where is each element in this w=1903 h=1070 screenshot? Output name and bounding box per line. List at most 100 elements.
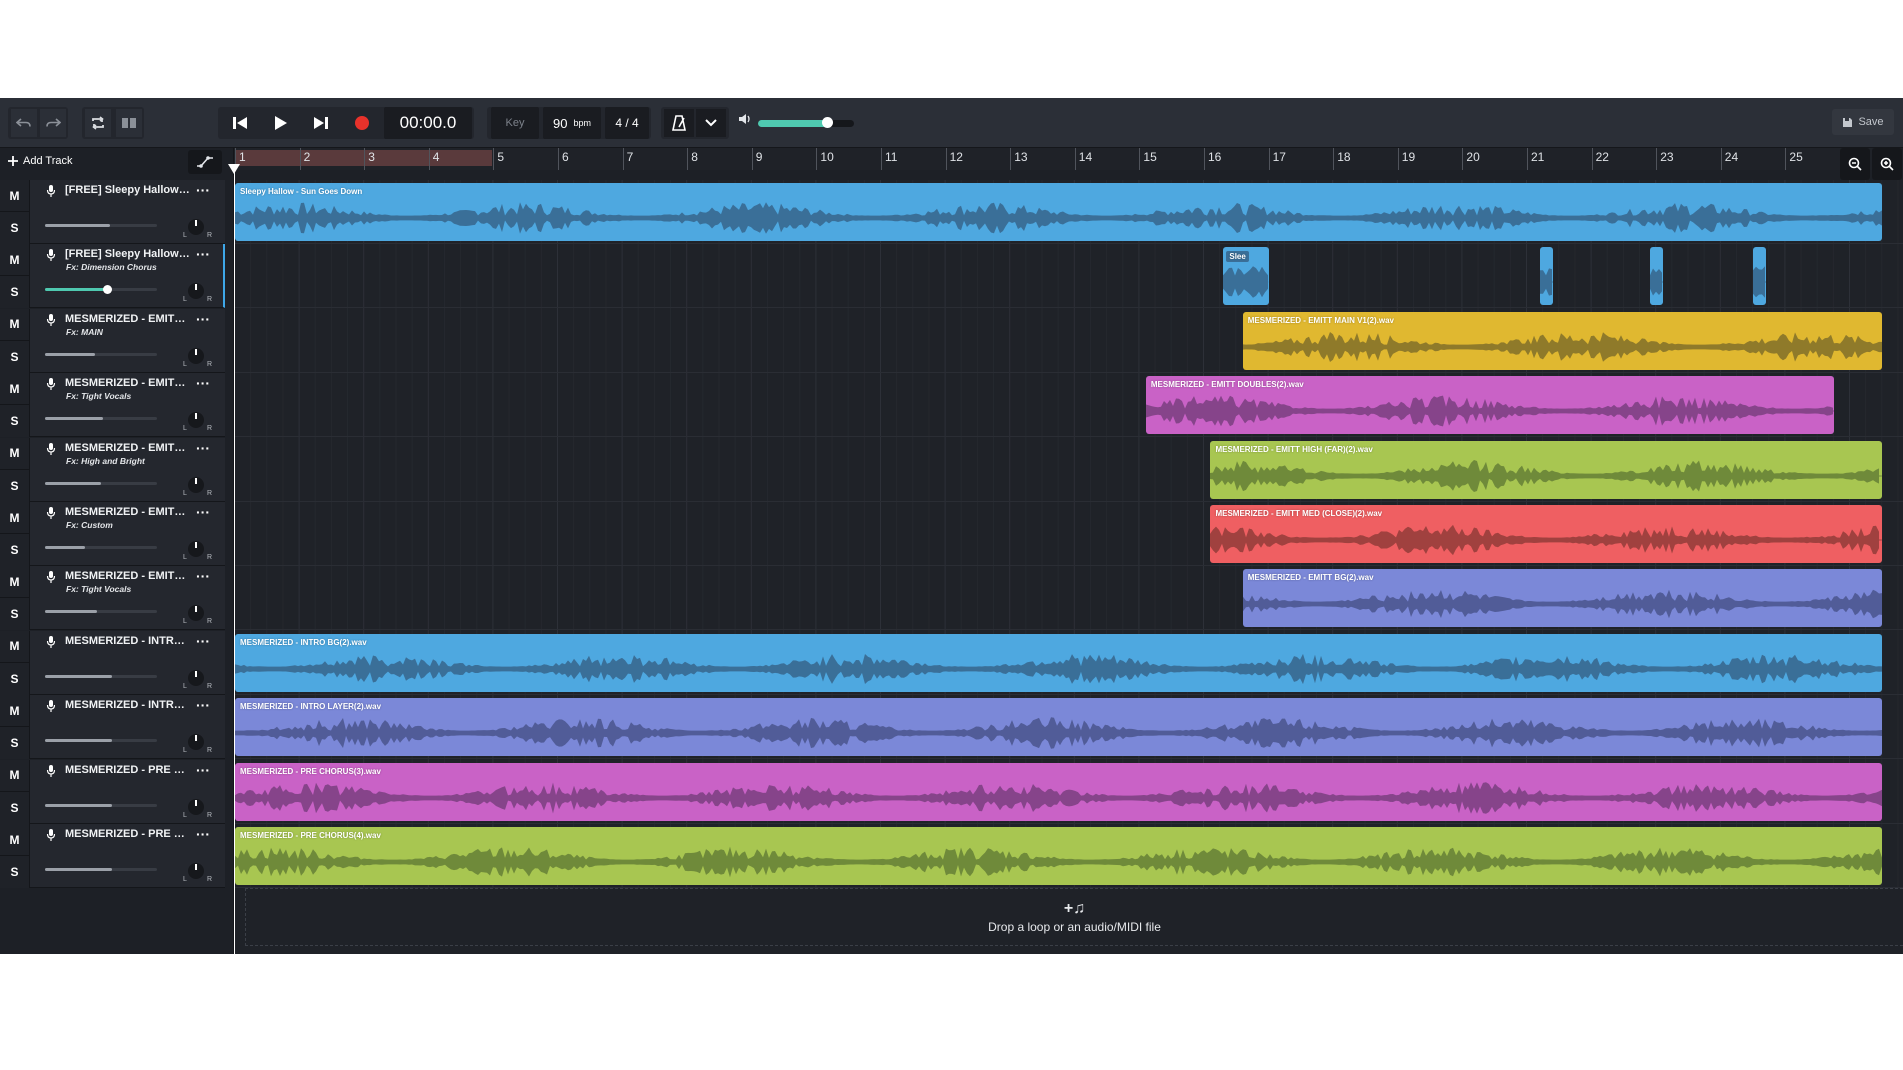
track-name[interactable]: [FREE] Sleepy Hallow Type Beat - Sun Goe…: [65, 248, 191, 260]
mic-icon[interactable]: [46, 442, 56, 455]
audio-clip[interactable]: MESMERIZED - EMITT HIGH (FAR)(2).wav: [1210, 440, 1883, 499]
mute-button[interactable]: M: [0, 695, 30, 728]
more-icon[interactable]: ···: [196, 826, 210, 842]
pan-knob-icon[interactable]: [184, 538, 208, 562]
more-icon[interactable]: ···: [196, 633, 210, 649]
mute-button[interactable]: M: [0, 630, 30, 663]
mic-icon[interactable]: [46, 829, 56, 841]
solo-button[interactable]: S: [0, 276, 30, 309]
playhead-handle[interactable]: [228, 164, 240, 174]
time-signature-field[interactable]: 4 / 4: [605, 107, 649, 139]
track-name[interactable]: MESMERIZED - EMITT MAIN V1(2): [65, 313, 191, 325]
track-name[interactable]: MESMERIZED - EMITT HIGH (FAR)(2): [65, 442, 191, 454]
solo-button[interactable]: S: [0, 469, 30, 502]
pan-knob-icon[interactable]: [184, 796, 208, 820]
solo-button[interactable]: S: [0, 534, 30, 566]
track-name[interactable]: MESMERIZED - PRE CHORUS(4): [65, 828, 191, 840]
audio-clip[interactable]: MESMERIZED - EMITT MAIN V1(2).wav: [1242, 311, 1883, 370]
mic-icon[interactable]: [46, 764, 56, 777]
track-header[interactable]: MS MESMERIZED - EMITT HIGH (FAR)(2)Fx: Hi…: [0, 437, 225, 502]
track-volume-slider[interactable]: [45, 417, 157, 421]
track-volume-slider[interactable]: [45, 352, 157, 356]
track-volume-slider[interactable]: [45, 803, 157, 807]
track-header[interactable]: MS MESMERIZED - PRE CHORUS(4) ··· L R: [0, 824, 225, 888]
more-icon[interactable]: ···: [196, 568, 210, 584]
track-volume-slider[interactable]: [45, 546, 157, 549]
track-header[interactable]: MS MESMERIZED - EMITT MED (CLOSE)(2) Fx: C…: [0, 502, 225, 566]
master-volume-handle[interactable]: [822, 117, 834, 128]
mute-button[interactable]: M: [0, 180, 30, 212]
mute-button[interactable]: M: [0, 308, 30, 341]
track-name[interactable]: [FREE] Sleepy Hallow Type Beat - Sun Goe…: [65, 184, 191, 196]
track-header[interactable]: MS MESMERIZED - INTRO LAYER(2) ··· L R: [0, 695, 225, 760]
timeline-area[interactable]: Sleepy Hallow - Sun Goes Down Slee MESMERI…: [234, 180, 1903, 954]
pan-knob-icon[interactable]: [184, 860, 208, 884]
solo-button[interactable]: S: [0, 340, 30, 373]
more-icon[interactable]: ···: [196, 311, 210, 327]
mic-icon[interactable]: [46, 313, 56, 326]
pan-knob-icon[interactable]: [184, 602, 208, 626]
drop-zone[interactable]: +♫ Drop a loop or an audio/MIDI file: [245, 888, 1903, 946]
mic-icon[interactable]: [46, 571, 56, 584]
skip-back-button[interactable]: [224, 109, 256, 137]
loop-button[interactable]: [85, 109, 111, 137]
zoom-out-button[interactable]: [1840, 148, 1870, 180]
track-volume-slider[interactable]: [45, 610, 157, 614]
audio-clip[interactable]: MESMERIZED - EMITT DOUBLES(2).wav: [1145, 376, 1834, 435]
record-button[interactable]: [346, 109, 378, 137]
solo-button[interactable]: S: [0, 598, 30, 631]
audio-clip[interactable]: MESMERIZED - EMITT MED (CLOSE)(2).wav: [1210, 505, 1883, 563]
pan-knob-icon[interactable]: [184, 667, 208, 691]
track-header[interactable]: MS MESMERIZED - EMITT BG(2) Fx: Tight Voca…: [0, 566, 225, 631]
bpm-field[interactable]: 90 bpm: [543, 107, 601, 139]
track-volume-slider[interactable]: [45, 481, 157, 485]
solo-button[interactable]: S: [0, 856, 30, 888]
track-name[interactable]: MESMERIZED - PRE CHORUS(3): [65, 764, 191, 776]
timeline-ruler[interactable]: 1 2 3 4 5 6 7 8 9 10 11 12 13 14 15 16 17 18 19 20 21 22 23 24 2…: [234, 148, 1872, 170]
pan-knob-icon[interactable]: [184, 345, 208, 369]
key-field[interactable]: Key: [491, 107, 539, 139]
track-name[interactable]: MESMERIZED - INTRO BG(2): [65, 635, 191, 647]
audio-clip[interactable]: Sleepy Hallow - Sun Goes Down: [235, 183, 1883, 241]
track-header[interactable]: MS [FREE] Sleepy Hallow Type Beat - Sun G…: [0, 244, 225, 309]
pan-knob-icon[interactable]: [184, 216, 208, 240]
metronome-button[interactable]: [664, 109, 694, 137]
track-header[interactable]: MS MESMERIZED - EMITT DOUBLES(2) Fx: Tight…: [0, 373, 225, 438]
track-header[interactable]: MS MESMERIZED - EMITT MAIN V1(2)Fx: MAIN ·…: [0, 308, 225, 373]
audio-clip[interactable]: Slee: [1223, 247, 1269, 306]
track-name[interactable]: MESMERIZED - EMITT MED (CLOSE)(2): [65, 506, 191, 518]
mic-icon[interactable]: [46, 635, 56, 648]
track-name[interactable]: MESMERIZED - INTRO LAYER(2): [65, 699, 191, 711]
track-volume-slider[interactable]: [45, 224, 157, 227]
track-header[interactable]: MS MESMERIZED - INTRO BG(2) ··· L R: [0, 630, 225, 695]
audio-clip[interactable]: MESMERIZED - PRE CHORUS(3).wav: [235, 762, 1883, 821]
mute-button[interactable]: M: [0, 373, 30, 406]
skip-forward-button[interactable]: [305, 109, 337, 137]
mute-button[interactable]: M: [0, 566, 30, 599]
more-icon[interactable]: ···: [196, 762, 210, 778]
save-button[interactable]: Save: [1832, 109, 1894, 135]
track-volume-slider[interactable]: [45, 739, 157, 743]
track-header[interactable]: MS [FREE] Sleepy Hallow Type Beat - Sun G…: [0, 180, 225, 244]
solo-button[interactable]: S: [0, 727, 30, 760]
mic-icon[interactable]: [46, 185, 56, 197]
add-track-button[interactable]: Add Track: [8, 155, 73, 167]
metronome-options-button[interactable]: [696, 109, 726, 137]
solo-button[interactable]: S: [0, 791, 30, 824]
more-icon[interactable]: ···: [196, 697, 210, 713]
mic-icon[interactable]: [46, 249, 56, 262]
more-icon[interactable]: ···: [196, 504, 210, 520]
audio-clip[interactable]: MESMERIZED - INTRO LAYER(2).wav: [235, 698, 1883, 757]
audio-clip[interactable]: MESMERIZED - INTRO BG(2).wav: [235, 633, 1883, 692]
audio-clip[interactable]: MESMERIZED - EMITT BG(2).wav: [1242, 569, 1883, 628]
solo-button[interactable]: S: [0, 662, 30, 695]
track-volume-slider[interactable]: [45, 868, 157, 871]
play-button[interactable]: [265, 109, 297, 137]
mute-button[interactable]: M: [0, 759, 30, 792]
solo-button[interactable]: S: [0, 212, 30, 244]
mic-icon[interactable]: [46, 378, 56, 391]
track-volume-slider[interactable]: [45, 674, 157, 678]
redo-button[interactable]: [40, 109, 66, 137]
mic-icon[interactable]: [46, 507, 56, 519]
split-button[interactable]: [116, 109, 142, 137]
